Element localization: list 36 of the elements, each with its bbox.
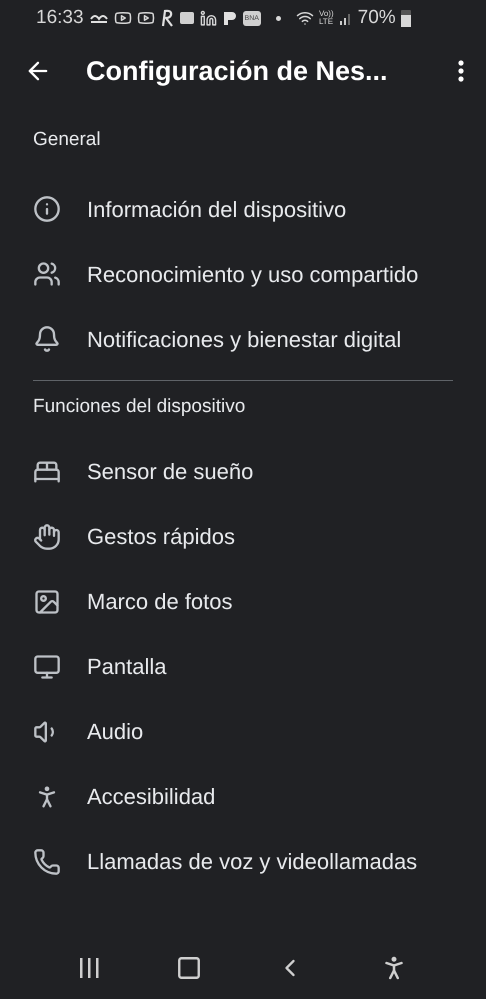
- settings-item[interactable]: Marco de fotos: [33, 569, 453, 634]
- phone-icon: [33, 848, 61, 876]
- clock: 16:33: [36, 6, 84, 30]
- settings-item[interactable]: Llamadas de voz y videollamadas: [33, 829, 453, 894]
- section-header: General: [33, 128, 102, 152]
- settings-item[interactable]: Información del dispositivo: [33, 176, 453, 242]
- video-icon: [136, 9, 155, 27]
- more-options-icon: [458, 60, 464, 82]
- settings-item[interactable]: Audio: [33, 699, 453, 764]
- network-label: LTE: [318, 18, 334, 26]
- people-icon: [33, 260, 61, 288]
- home-button[interactable]: [176, 955, 202, 981]
- battery-icon: [400, 10, 411, 26]
- settings-item[interactable]: Pantalla: [33, 634, 453, 699]
- p-app-icon: [222, 10, 238, 26]
- signal-icon: [338, 11, 353, 25]
- settings-item[interactable]: Reconocimiento y uso compartido: [33, 242, 453, 306]
- wifi-icon: [296, 9, 314, 27]
- video-icon: [114, 9, 132, 27]
- volte-label: Vo)): [318, 10, 334, 18]
- settings-item[interactable]: Sensor de sueño: [33, 439, 453, 504]
- settings-item[interactable]: Notificaciones y bienestar digital: [33, 306, 453, 372]
- battery-percentage: 70%: [358, 6, 396, 30]
- monitor-icon: [33, 652, 61, 680]
- bell-icon: [33, 325, 61, 353]
- recent-apps-button[interactable]: [77, 957, 102, 979]
- section-header: Funciones del dispositivo: [33, 394, 246, 418]
- more-options-button[interactable]: [458, 60, 464, 82]
- page-title: Configuración de Nes...: [86, 54, 389, 88]
- image-icon: [33, 588, 61, 616]
- linkedin-icon: [200, 10, 217, 26]
- r-app-icon: [160, 9, 174, 27]
- settings-item[interactable]: Gestos rápidos: [33, 504, 453, 569]
- hand-icon: [33, 522, 61, 550]
- settings-item[interactable]: Accesibilidad: [33, 764, 453, 829]
- info-icon: [33, 195, 61, 223]
